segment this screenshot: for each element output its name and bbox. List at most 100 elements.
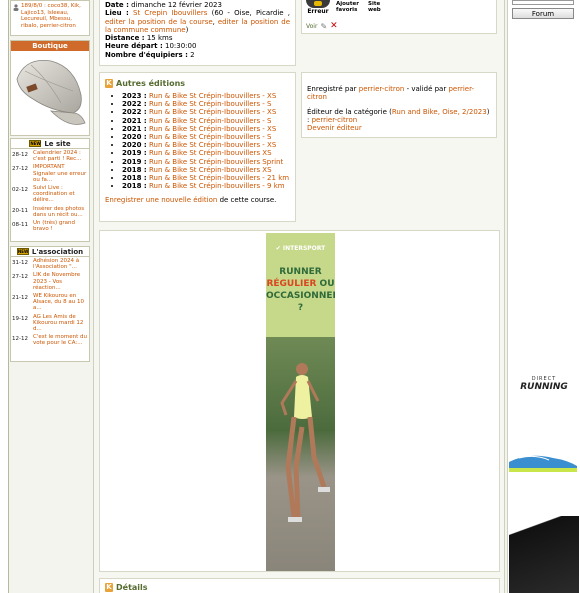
edit-course-position-link[interactable]: editer la position de la course xyxy=(105,18,213,26)
assoc-news-title: L'association xyxy=(31,247,84,256)
news-item[interactable]: 19-12 AG Les Amis de Kikourou mardi 12 d.… xyxy=(11,313,89,334)
news-date: 20-11 xyxy=(12,207,28,214)
site-web-label: Site web xyxy=(368,1,381,13)
news-item[interactable]: 12-12 C'est le moment du vote pour le CA:… xyxy=(11,333,89,347)
direct-running-logo: RUNNING xyxy=(520,382,568,392)
main-content: Date : dimanche 12 février 2023 Lieu : S… xyxy=(93,0,505,593)
news-item[interactable]: 27-12 LIK de Novembre 2023 - Vos réaction… xyxy=(11,271,89,292)
lieu-detail: (60 - Oise, Picardie , xyxy=(211,9,291,18)
edition-link[interactable]: Run & Bike St Crépin-Ibouvillers Sprint xyxy=(149,158,283,166)
register-edition-link[interactable]: Enregistrer une nouvelle édition xyxy=(105,196,217,204)
register-edition-rest: de cette course. xyxy=(217,196,277,205)
favoris-label: Ajouter favoris xyxy=(336,1,359,13)
edition-item: 2023 : Run & Bike St Crépin-Ibouvillers … xyxy=(122,92,290,100)
favoris-action[interactable]: Ajouter favoris xyxy=(336,0,362,14)
news-date: 27-12 xyxy=(12,166,28,173)
edition-link[interactable]: Run & Bike St Crépin-Ibouvillers - S xyxy=(149,117,272,125)
news-item[interactable]: 20-11 Insérer des photos dans un récit ou… xyxy=(11,205,89,219)
assoc-news-list: 31-12 Adhésion 2024 à l'Association "... 2… xyxy=(11,257,89,348)
edit-pencil-icon[interactable]: ✎ xyxy=(320,22,327,31)
edition-year: 2023 : xyxy=(122,92,147,100)
intersport-ad[interactable]: ✔ INTERSPORT RUNNER RÉGULIER OU OCCASION… xyxy=(266,233,335,571)
runner-photo xyxy=(266,337,335,571)
edition-link[interactable]: Run & Bike St Crépin-Ibouvillers - XS xyxy=(149,92,276,100)
edition-item: 2020 : Run & Bike St Crépin-Ibouvillers … xyxy=(122,133,290,141)
lieu-link[interactable]: St Crepin Ibouvillers xyxy=(133,9,207,17)
news-title[interactable]: Adhésion 2024 à l'Association "... xyxy=(33,258,88,270)
k-logo-icon: K xyxy=(105,583,113,592)
registered-by-user-link[interactable]: perrier-citron xyxy=(359,85,405,93)
equipiers-label: Nombre d'équipiers : xyxy=(105,50,188,59)
news-title[interactable]: AG Les Amis de Kikourou mardi 12 d... xyxy=(33,314,88,333)
edition-link[interactable]: Run & Bike St Crépin-Ibouvillers - S xyxy=(149,133,272,141)
news-item[interactable]: 31-12 Adhésion 2024 à l'Association "... xyxy=(11,257,89,271)
news-date: 28-12 xyxy=(12,152,28,158)
news-item[interactable]: 28-12 Calendrier 2024 : c'est parti ! Rec… xyxy=(11,149,89,163)
ad-headline: RUNNER RÉGULIER OU OCCASIONNEL ? xyxy=(266,266,335,314)
delete-icon[interactable]: ✕ xyxy=(330,21,338,31)
online-members-list[interactable]: 189/8/0 : coco38, Kik, Lajico13, lsleeau… xyxy=(21,3,87,29)
news-title[interactable]: Un (très) grand bravo ! xyxy=(33,220,88,232)
edition-year: 2022 : xyxy=(122,100,147,109)
news-date: 27-12 xyxy=(12,274,28,281)
edition-link[interactable]: Run & Bike St Crépin-Ibouvillers - S xyxy=(149,100,272,108)
edition-link[interactable]: Run & Bike St Crépin-Ibouvillers - 21 km xyxy=(149,174,289,182)
news-item[interactable]: 27-12 IMPORTANT Signaler une erreur ou fa… xyxy=(11,163,89,184)
erreur-label: Erreur xyxy=(307,8,329,15)
news-date: 12-12 xyxy=(12,336,28,343)
edition-link[interactable]: Run & Bike St Crépin-Ibouvillers XS xyxy=(149,149,272,157)
editor-category-link[interactable]: Run and Bike, Oise, 2/2023 xyxy=(392,108,487,116)
edition-year: 2018 : xyxy=(122,174,147,183)
edition-link[interactable]: Run & Bike St Crépin-Ibouvillers - XS xyxy=(149,108,276,116)
news-title[interactable]: Insérer des photos dans un récit ou... xyxy=(33,206,88,218)
news-title[interactable]: WE Kikourou en Alsace, du 8 au 10 a... xyxy=(33,293,88,312)
news-title[interactable]: IMPORTANT Signaler une erreur ou fa... xyxy=(33,164,88,183)
editor-label: Éditeur de la catégorie ( xyxy=(307,107,392,116)
dark-shoe-image xyxy=(509,516,579,593)
ad-panel: ✔ INTERSPORT RUNNER RÉGULIER OU OCCASION… xyxy=(99,230,500,572)
news-badge-icon: NEW xyxy=(16,248,29,255)
news-item[interactable]: 08-11 Un (très) grand bravo ! xyxy=(11,219,89,233)
edition-link[interactable]: Run & Bike St Crépin-Ibouvillers XS xyxy=(149,166,272,174)
edition-link[interactable]: Run & Bike St Crépin-Ibouvillers - XS xyxy=(149,141,276,149)
editor-user-link[interactable]: perrier-citron xyxy=(312,116,358,124)
news-title[interactable]: Calendrier 2024 : c'est parti ! Rec... xyxy=(33,150,88,162)
edition-link[interactable]: Run & Bike St Crépin-Ibouvillers - 9 km xyxy=(149,182,285,190)
intersport-brand: INTERSPORT xyxy=(282,245,326,252)
heure-value: 10:30:00 xyxy=(165,42,197,51)
erreur-action[interactable]: Erreur xyxy=(306,0,330,15)
search-input[interactable] xyxy=(512,0,574,5)
intersport-check-icon: ✔ xyxy=(275,245,281,252)
commune-link[interactable]: commune xyxy=(151,26,186,34)
assoc-news-box: NEW L'association 31-12 Adhésion 2024 à l… xyxy=(10,246,90,362)
heure-label: Heure départ : xyxy=(105,42,163,51)
news-title[interactable]: LIK de Novembre 2023 - Vos réaction... xyxy=(33,272,88,291)
edition-link[interactable]: Run & Bike St Crépin-Ibouvillers - XS xyxy=(149,125,276,133)
news-date: 31-12 xyxy=(12,260,28,266)
edition-year: 2020 : xyxy=(122,133,147,142)
news-date: 21-12 xyxy=(12,295,28,302)
news-item[interactable]: 21-12 WE Kikourou en Alsace, du 8 au 10 a… xyxy=(11,292,89,313)
news-item[interactable]: 02-12 Suivi Live : coordination et délire… xyxy=(11,184,89,205)
direct-running-ad[interactable]: DIRECT RUNNING xyxy=(509,366,579,593)
forum-button[interactable]: Forum xyxy=(512,8,574,19)
page-left-border xyxy=(0,0,9,593)
become-editor-link[interactable]: Devenir éditeur xyxy=(307,124,362,132)
assoc-news-header: NEW L'association xyxy=(11,247,89,257)
date-label: Date : xyxy=(105,1,129,9)
online-members-box: 189/8/0 : coco38, Kik, Lajico13, lsleeau… xyxy=(10,0,90,36)
news-date: 08-11 xyxy=(12,222,28,229)
lieu-label: Lieu : xyxy=(105,9,129,18)
news-title[interactable]: Suivi Live : coordination et délire... xyxy=(33,185,88,204)
edition-item: 2022 : Run & Bike St Crépin-Ibouvillers … xyxy=(122,100,290,108)
edition-year: 2018 : xyxy=(122,165,147,174)
edition-year: 2021 : xyxy=(122,124,147,133)
site-news-list: 28-12 Calendrier 2024 : c'est parti ! Rec… xyxy=(11,149,89,233)
site-web-action[interactable]: Site web xyxy=(368,0,386,14)
validated-by-label: - validé par xyxy=(404,85,449,93)
edition-year: 2021 : xyxy=(122,116,147,125)
cap-product-image[interactable] xyxy=(11,51,89,135)
intersport-logo: ✔ INTERSPORT xyxy=(266,245,335,252)
news-title[interactable]: C'est le moment du vote pour le CA:... xyxy=(33,334,88,346)
editions-title: Autres éditions xyxy=(116,79,186,88)
